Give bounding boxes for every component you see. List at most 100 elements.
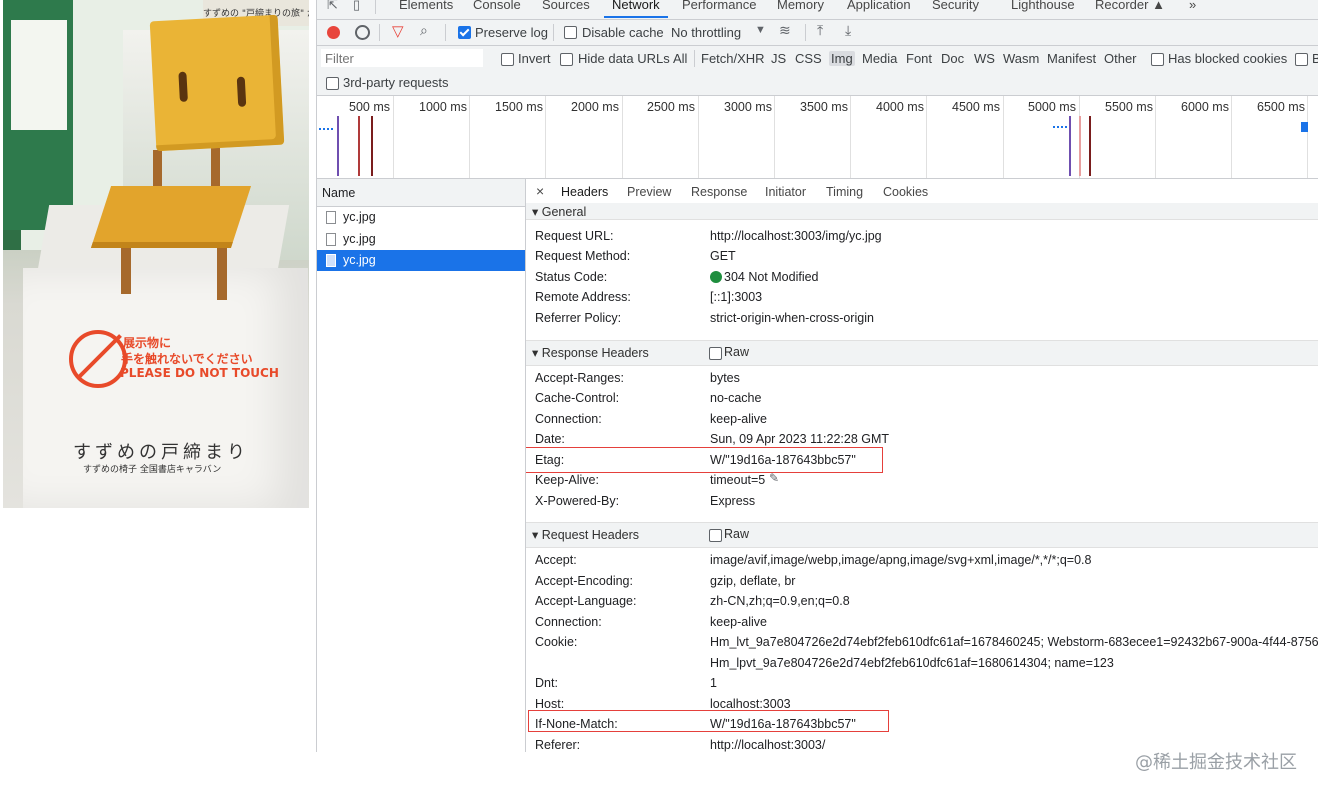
tab-lighthouse[interactable]: Lighthouse: [1011, 0, 1075, 12]
network-conditions-icon[interactable]: ≋: [779, 22, 791, 39]
type-js[interactable]: JS: [771, 51, 786, 66]
filter-input[interactable]: [321, 49, 483, 67]
type-other[interactable]: Other: [1104, 51, 1137, 66]
type-media[interactable]: Media: [862, 51, 897, 66]
name-column-header[interactable]: Name: [317, 179, 525, 207]
import-har-icon[interactable]: ⤒: [817, 22, 823, 39]
general-section-header[interactable]: ▾ General: [526, 203, 1318, 220]
response-headers-title: ▾ Response Headers: [532, 346, 649, 360]
request-raw-checkbox[interactable]: [709, 529, 722, 542]
inspect-icon[interactable]: ⇱: [327, 0, 338, 13]
tab-timing[interactable]: Timing: [826, 185, 863, 199]
response-headers-section-header[interactable]: ▾ Response Headers Raw: [526, 340, 1318, 366]
edit-icon[interactable]: ✎: [769, 471, 779, 485]
invert-checkbox[interactable]: [501, 53, 514, 66]
blocked-requests-checkbox[interactable]: [1295, 53, 1308, 66]
throttling-select[interactable]: No throttling: [671, 25, 741, 40]
type-css[interactable]: CSS: [795, 51, 822, 66]
if-none-match-highlight: [528, 710, 889, 732]
network-overview[interactable]: 500 ms 1000 ms 1500 ms 2000 ms 2500 ms 3…: [317, 96, 1318, 179]
type-img[interactable]: Img: [829, 51, 855, 66]
request-row-selected[interactable]: yc.jpg: [317, 250, 525, 271]
type-ws[interactable]: WS: [974, 51, 995, 66]
tab-security[interactable]: Security: [932, 0, 979, 12]
tick-label: 5000 ms: [1028, 100, 1076, 114]
more-tabs-icon[interactable]: »: [1189, 0, 1196, 12]
tab-console[interactable]: Console: [473, 0, 521, 12]
header-value: zh-CN,zh;q=0.9,en;q=0.8: [710, 594, 850, 608]
grid-line: [850, 96, 851, 178]
tab-performance[interactable]: Performance: [682, 0, 756, 12]
tab-network[interactable]: Network: [604, 0, 668, 18]
response-raw-checkbox[interactable]: [709, 347, 722, 360]
request-raw-label: Raw: [724, 527, 750, 541]
name-header-label: Name: [322, 186, 356, 200]
chevron-down-icon[interactable]: ▼: [755, 24, 766, 36]
tab-memory[interactable]: Memory: [777, 0, 824, 12]
header-row: Cookie: Hm_lvt_9a7e804726e2d74ebf2feb610d…: [526, 633, 1318, 653]
grid-line: [926, 96, 927, 178]
tab-application[interactable]: Application: [847, 0, 911, 12]
device-toolbar-icon[interactable]: ▯: [353, 0, 360, 13]
hide-data-urls-checkbox[interactable]: [560, 53, 573, 66]
tab-elements[interactable]: Elements: [399, 0, 453, 12]
type-all[interactable]: All: [673, 51, 687, 66]
tab-initiator[interactable]: Initiator: [765, 185, 806, 199]
search-icon[interactable]: ⌕: [420, 22, 428, 39]
type-fetch-xhr[interactable]: Fetch/XHR: [701, 51, 765, 66]
finish-line: [371, 116, 373, 176]
load-line: [358, 116, 360, 176]
sign-line3: PLEASE DO NOT TOUCH: [120, 366, 279, 380]
request-row[interactable]: yc.jpg: [317, 229, 525, 250]
header-value: strict-origin-when-cross-origin: [710, 311, 874, 325]
header-row: X-Powered-By: Express: [526, 492, 1318, 512]
divider: [694, 50, 695, 67]
clear-icon[interactable]: [355, 25, 370, 40]
tab-cookies[interactable]: Cookies: [883, 185, 928, 199]
tick-label: 1500 ms: [495, 100, 543, 114]
filter-icon[interactable]: ▽: [392, 22, 404, 40]
type-wasm[interactable]: Wasm: [1003, 51, 1039, 66]
grid-line: [774, 96, 775, 178]
header-key: Remote Address:: [535, 290, 631, 304]
sign-line1: 展示物に: [123, 336, 172, 350]
grid-line: [698, 96, 699, 178]
request-name: yc.jpg: [343, 253, 376, 267]
grid-line: [622, 96, 623, 178]
export-har-icon[interactable]: ⤓: [845, 22, 851, 39]
header-row: Connection: keep-alive: [526, 613, 1318, 633]
header-key: Cookie:: [535, 635, 578, 649]
tick-label: 2000 ms: [571, 100, 619, 114]
close-icon[interactable]: ×: [536, 183, 544, 199]
header-value: 1: [710, 676, 717, 690]
type-manifest[interactable]: Manifest: [1047, 51, 1096, 66]
tab-recorder[interactable]: Recorder ▲: [1095, 0, 1165, 12]
header-key: Referer:: [535, 738, 581, 752]
header-value: GET: [710, 249, 736, 263]
image-file-icon: [326, 211, 336, 224]
general-title: ▾ General: [532, 205, 587, 219]
record-icon[interactable]: [327, 26, 340, 39]
blocked-requests-label: B: [1312, 51, 1318, 66]
header-value: http://localhost:3003/img/yc.jpg: [710, 229, 882, 243]
preserve-log-checkbox[interactable]: [458, 26, 471, 39]
tab-preview[interactable]: Preview: [627, 185, 671, 199]
request-row[interactable]: yc.jpg: [317, 207, 525, 228]
disable-cache-checkbox[interactable]: [564, 26, 577, 39]
header-row: Accept-Encoding: gzip, deflate, br: [526, 572, 1318, 592]
type-font[interactable]: Font: [906, 51, 932, 66]
has-blocked-cookies-checkbox[interactable]: [1151, 53, 1164, 66]
type-doc[interactable]: Doc: [941, 51, 964, 66]
tab-response[interactable]: Response: [691, 185, 747, 199]
grid-line: [1155, 96, 1156, 178]
header-key: Connection:: [535, 412, 602, 426]
tab-headers[interactable]: Headers: [554, 185, 615, 206]
tick-label: 4000 ms: [876, 100, 924, 114]
third-party-bar: 3rd-party requests: [317, 71, 1318, 96]
disable-cache-label: Disable cache: [582, 25, 664, 40]
third-party-checkbox[interactable]: [326, 77, 339, 90]
tick-label: 3000 ms: [724, 100, 772, 114]
header-row: Cache-Control: no-cache: [526, 389, 1318, 409]
request-headers-section-header[interactable]: ▾ Request Headers Raw: [526, 522, 1318, 548]
tab-sources[interactable]: Sources: [542, 0, 590, 12]
